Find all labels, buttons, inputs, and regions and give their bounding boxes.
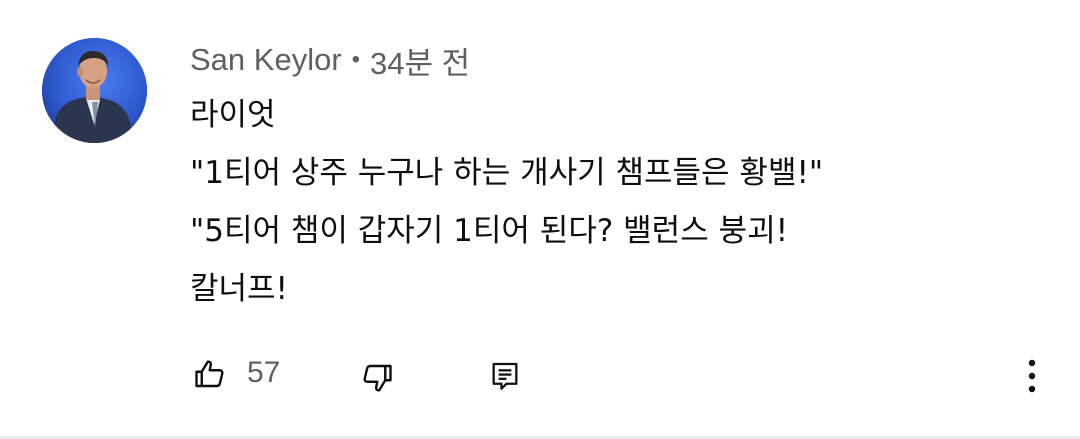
author-name[interactable]: San Keylor [190, 42, 342, 78]
more-vertical-icon [1028, 359, 1036, 393]
avatar-photo [42, 38, 147, 143]
comment-line: "1티어 상주 누구나 하는 개사기 챔프들은 황밸!" [190, 155, 824, 191]
avatar[interactable] [42, 38, 147, 143]
reply-comment-icon [492, 362, 518, 390]
dislike-button[interactable] [357, 356, 397, 400]
meta-separator: • [351, 46, 361, 73]
more-options-button[interactable] [1014, 354, 1050, 398]
comment-item: San Keylor • 34분 전 라이엇 "1티어 상주 누구나 하는 개사… [0, 0, 1080, 439]
like-button[interactable] [190, 352, 230, 396]
comment-timestamp[interactable]: 34분 전 [370, 38, 470, 83]
like-count: 57 [247, 356, 281, 389]
thumbs-down-icon [363, 364, 392, 392]
reply-button[interactable] [485, 354, 525, 398]
thumbs-up-icon [195, 360, 224, 388]
comment-line: 라이엇 [190, 97, 276, 133]
comment-text: 라이엇 "1티어 상주 누구나 하는 개사기 챔프들은 황밸!" "5티어 챔이… [190, 86, 823, 318]
comment-line: "5티어 챔이 갑자기 1티어 된다? 밸런스 붕괴! [190, 213, 789, 249]
comment-line: 칼너프! [190, 271, 288, 307]
comment-actions: 57 [0, 350, 1080, 400]
comment-meta: San Keylor • 34분 전 [190, 38, 470, 83]
